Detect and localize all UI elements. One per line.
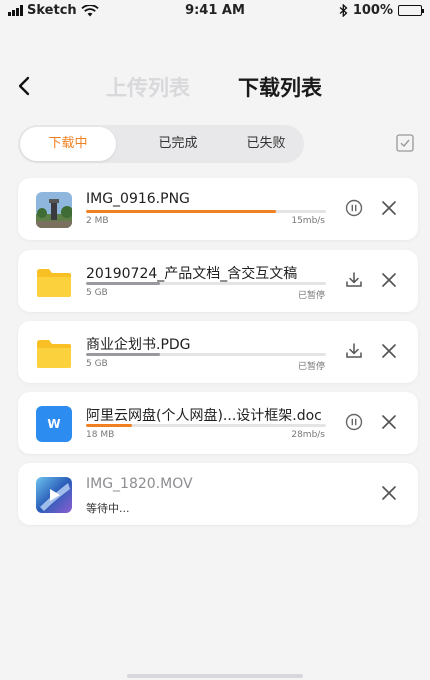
folder-icon	[36, 264, 72, 300]
select-checkbox-icon[interactable]	[396, 134, 414, 152]
file-name: IMG_1820.MOV	[86, 476, 193, 492]
progress-bar	[86, 210, 326, 213]
close-icon[interactable]	[378, 411, 400, 433]
status-filter: 下载中 已完成 已失败	[18, 125, 304, 163]
pause-icon[interactable]	[343, 197, 365, 219]
battery-percent: 100%	[352, 3, 393, 18]
video-thumbnail	[36, 477, 72, 513]
file-size: 18 MB	[86, 430, 115, 440]
download-item[interactable]: 20190724_产品文档_含交互文稿 5 GB 已暂停	[18, 250, 418, 312]
progress-bar	[86, 424, 326, 427]
filter-failed[interactable]: 已失败	[218, 125, 314, 163]
close-icon[interactable]	[378, 482, 400, 504]
file-size: 5 GB	[86, 359, 108, 369]
status-bar: Sketch 9:41 AM 100%	[0, 0, 430, 22]
close-icon[interactable]	[378, 340, 400, 362]
transfer-status: 28mb/s	[291, 430, 325, 440]
file-size: 2 MB	[86, 216, 109, 226]
tab-upload-list[interactable]: 上传列表	[106, 72, 190, 102]
progress-bar	[86, 282, 326, 285]
photo-thumbnail	[36, 192, 72, 228]
filter-completed[interactable]: 已完成	[130, 125, 226, 163]
download-item[interactable]: IMG_0916.PNG 2 MB 15mb/s	[18, 178, 418, 240]
back-arrow-icon[interactable]	[14, 74, 38, 98]
progress-bar	[86, 353, 326, 356]
file-name: 阿里云网盘(个人网盘)...设计框架.doc	[86, 408, 322, 424]
folder-icon	[36, 335, 72, 371]
file-name: 商业企划书.PDG	[86, 337, 191, 353]
file-name: 20190724_产品文档_含交互文稿	[86, 266, 298, 282]
doc-badge: W	[47, 417, 61, 431]
battery-icon	[398, 5, 424, 16]
doc-icon: W	[36, 406, 72, 442]
download-icon[interactable]	[343, 340, 365, 362]
download-item[interactable]: W 阿里云网盘(个人网盘)...设计框架.doc 18 MB 28mb/s	[18, 392, 418, 454]
download-icon[interactable]	[343, 269, 365, 291]
close-icon[interactable]	[378, 269, 400, 291]
file-name: IMG_0916.PNG	[86, 191, 190, 207]
transfer-status: 已暂停	[297, 291, 325, 301]
tab-download-list[interactable]: 下载列表	[238, 72, 322, 102]
home-indicator	[127, 674, 303, 678]
bluetooth-icon	[339, 4, 348, 17]
waiting-status: 等待中...	[86, 502, 130, 515]
file-size: 5 GB	[86, 288, 108, 298]
device-status: 100%	[339, 3, 424, 18]
close-icon[interactable]	[378, 197, 400, 219]
transfer-status: 15mb/s	[291, 216, 325, 226]
filter-downloading[interactable]: 下载中	[20, 127, 116, 161]
transfer-status: 已暂停	[297, 362, 325, 372]
pause-icon[interactable]	[343, 411, 365, 433]
download-item[interactable]: 商业企划书.PDG 5 GB 已暂停	[18, 321, 418, 383]
download-item[interactable]: IMG_1820.MOV 等待中...	[18, 463, 418, 525]
